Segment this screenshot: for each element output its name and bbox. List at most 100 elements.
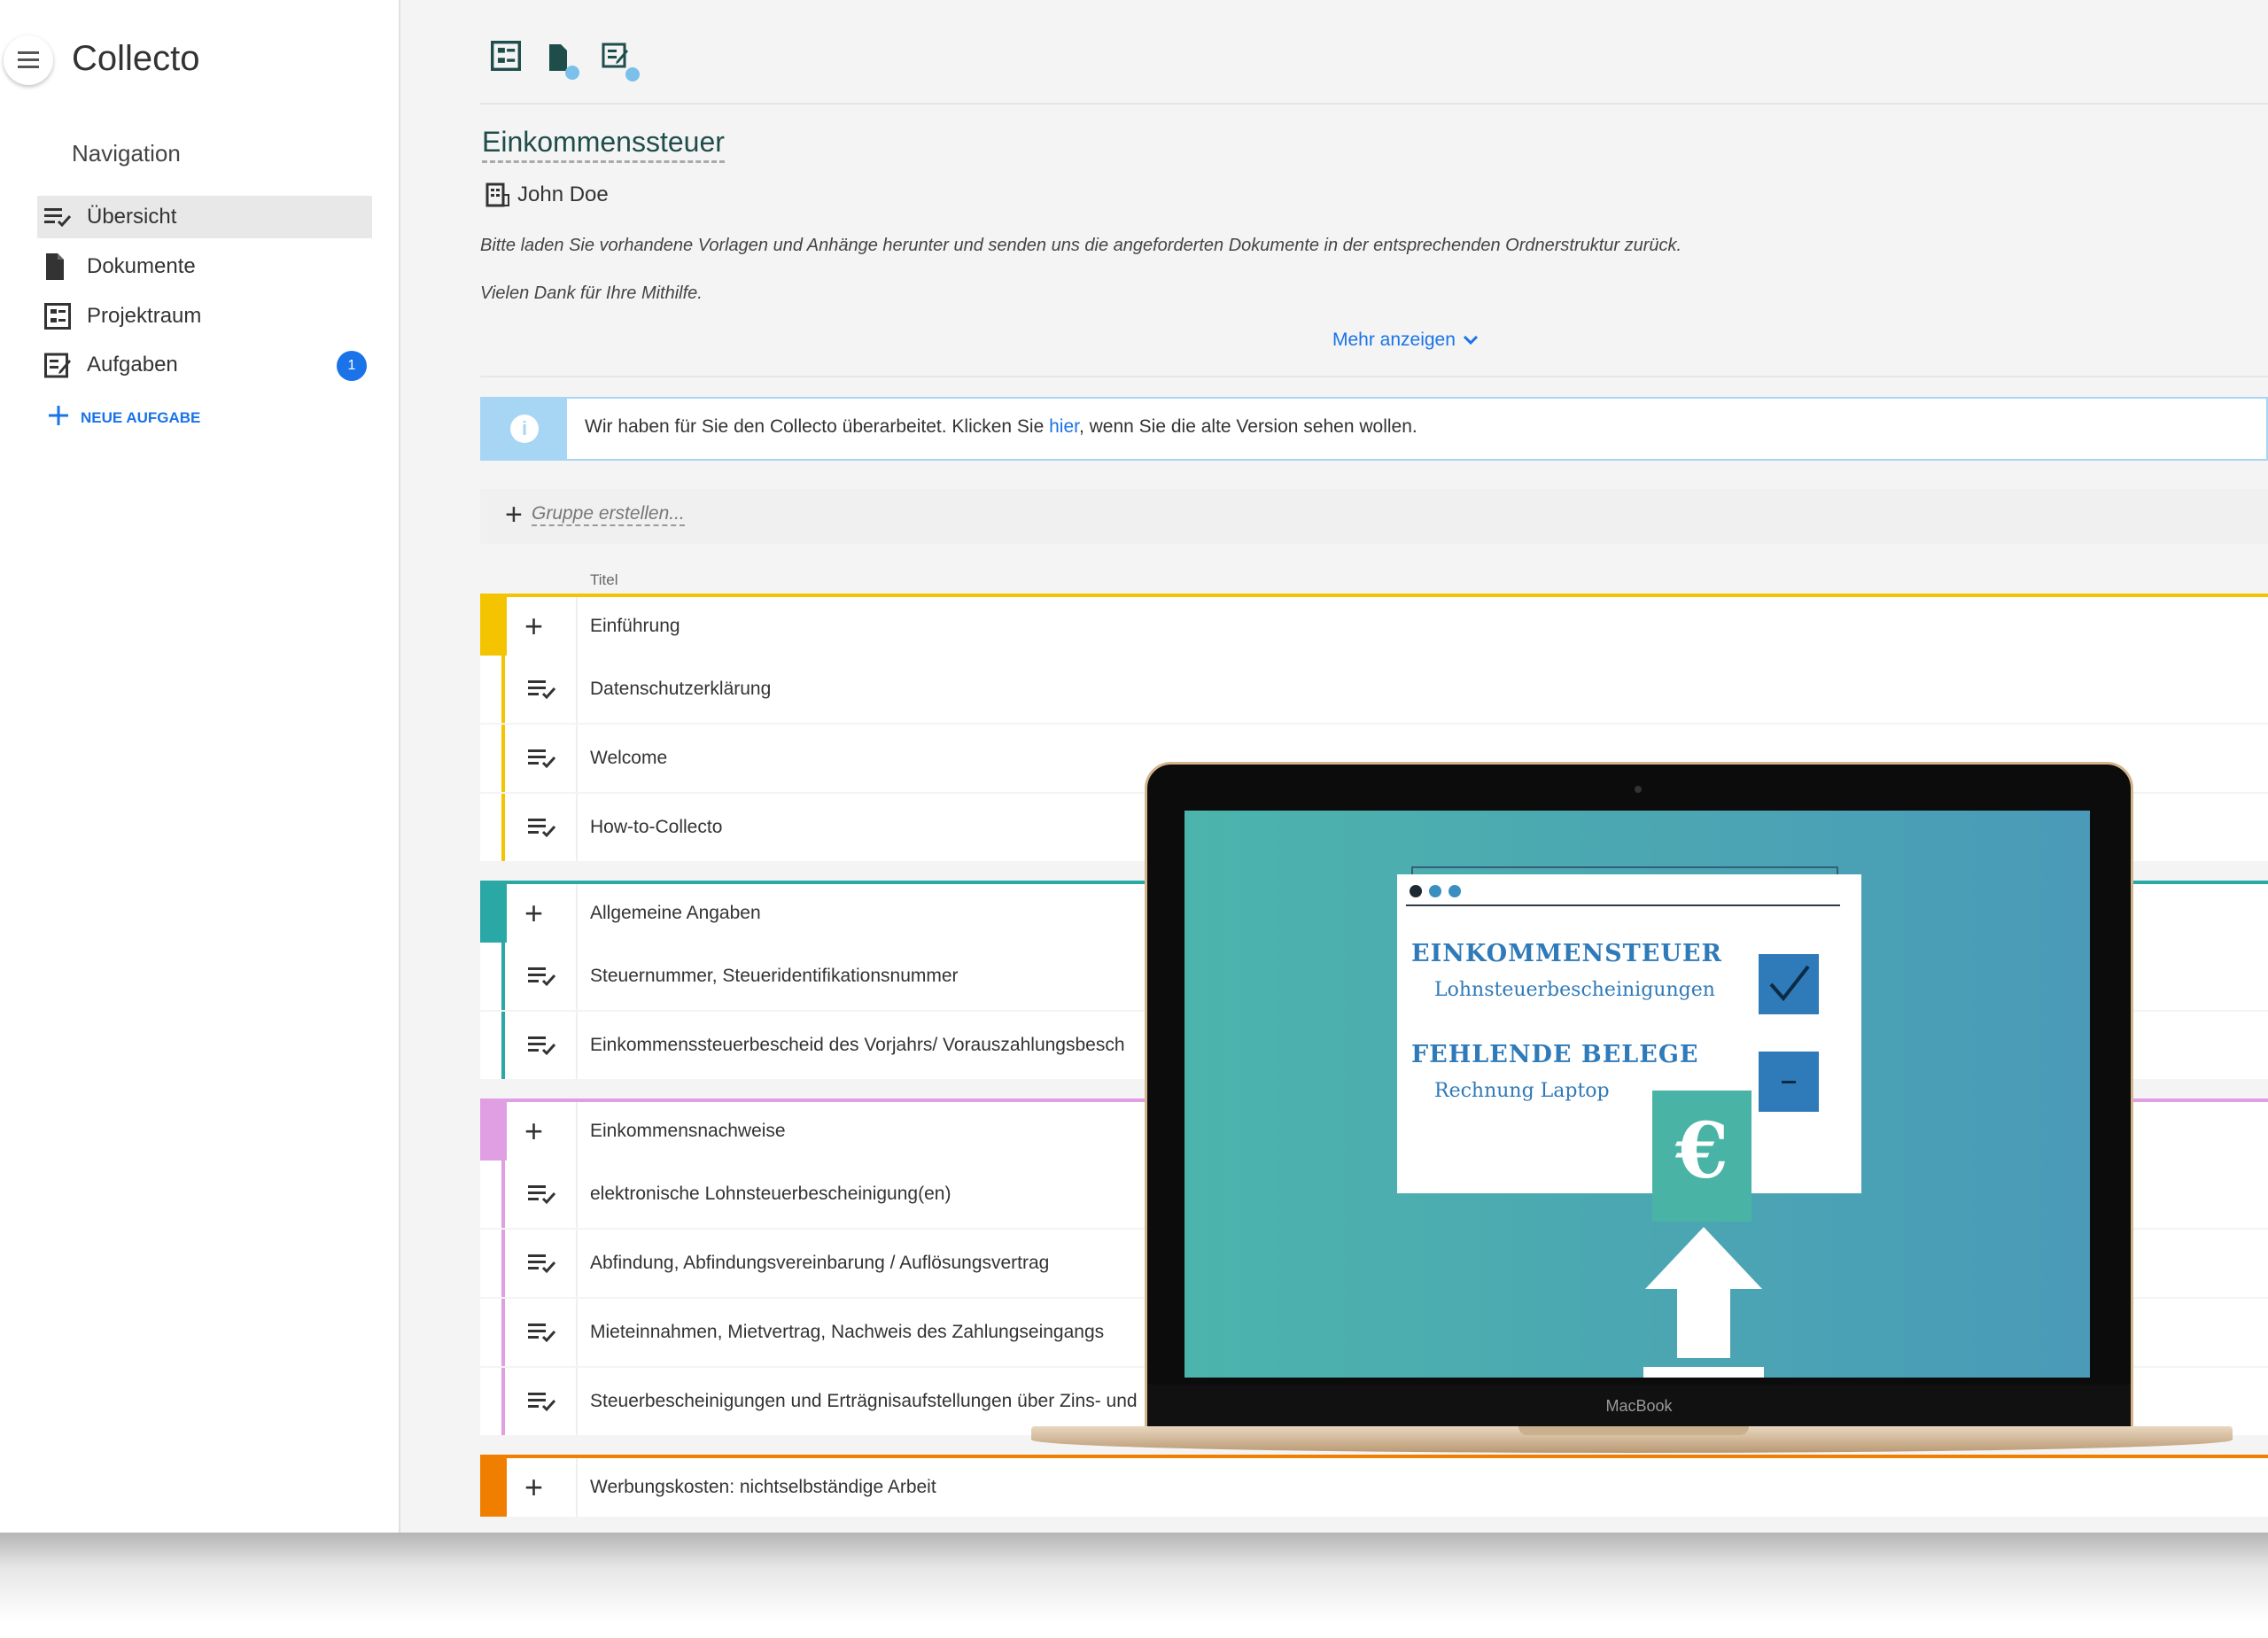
document-upload-toolbar-button[interactable] (546, 41, 581, 80)
laptop-screen: EINKOMMENSTEUER Lohnsteuerbescheinigunge… (1184, 811, 2090, 1378)
project-room-icon (44, 302, 74, 330)
chevron-down-icon (1463, 335, 1478, 345)
group-title: Allgemeine Angaben (590, 903, 761, 923)
group-row[interactable]: + Einführung (480, 594, 2268, 656)
row-separator (576, 1299, 578, 1366)
task-edit-icon (602, 43, 640, 82)
plus-icon (49, 406, 68, 430)
group-title: Einkommensnachweise (590, 1121, 786, 1141)
checklist-icon (528, 725, 558, 792)
info-icon-glyph: i (510, 415, 539, 443)
screen-sub-laptop-invoice: Rechnung Laptop (1434, 1080, 1610, 1102)
task-title: elektronische Lohnsteuerbescheinigung(en… (590, 1184, 951, 1204)
old-version-link[interactable]: hier (1049, 416, 1079, 437)
row-separator (576, 1102, 578, 1161)
task-title: Abfindung, Abfindungsvereinbarung / Aufl… (590, 1253, 1050, 1273)
page-shadow (0, 1524, 2268, 1621)
checklist-icon (528, 794, 558, 861)
toolbar-divider (480, 103, 2268, 105)
plus-icon: + (505, 498, 523, 532)
checklist-icon (528, 1012, 558, 1079)
description-text: Bitte laden Sie vorhandene Vorlagen und … (480, 236, 1682, 255)
screen-sub-wage-certificates: Lohnsteuerbescheinigungen (1434, 979, 1715, 1001)
expand-plus-icon[interactable]: + (524, 1458, 543, 1517)
task-title: Welcome (590, 748, 668, 768)
show-more-link[interactable]: Mehr anzeigen (1332, 330, 1479, 351)
group-color-bar (501, 943, 505, 1010)
section-divider (480, 376, 2268, 377)
expand-plus-icon[interactable]: + (524, 1102, 543, 1161)
info-text: Wir haben für Sie den Collecto überarbei… (585, 416, 1418, 438)
hamburger-menu-icon (18, 51, 39, 54)
hamburger-menu-icon-line (18, 58, 39, 61)
nav-heading: Navigation (72, 140, 181, 167)
info-banner: i Wir haben für Sie den Collecto überarb… (480, 397, 2268, 461)
group-color-swatch (480, 884, 507, 943)
laptop-brand-label: MacBook (1605, 1397, 1673, 1415)
row-separator (576, 1458, 578, 1517)
screen-heading-income-tax: EINKOMMENSTEUER (1411, 940, 1722, 967)
task-edit-icon (44, 351, 74, 379)
checklist-icon (528, 1368, 558, 1435)
task-title: How-to-Collecto (590, 817, 723, 837)
info-icon: i (482, 399, 567, 459)
sidebar-item-aufgaben[interactable]: Aufgaben 1 (37, 344, 372, 386)
task-count-badge: 1 (337, 351, 367, 381)
euro-document-icon: € (1652, 1091, 1751, 1222)
row-separator (576, 943, 578, 1010)
minus-box-icon (1759, 1052, 1819, 1112)
show-more-label: Mehr anzeigen (1332, 330, 1456, 350)
task-row[interactable]: Datenschutzerklärung (480, 656, 2268, 723)
sidebar-item-projektraum[interactable]: Projektraum (37, 295, 372, 338)
laptop-illustration: EINKOMMENSTEUER Lohnsteuerbescheinigunge… (1031, 762, 2233, 1457)
client-name: John Doe (485, 182, 609, 207)
laptop-notch (1518, 1426, 1749, 1435)
column-header-title: Titel (590, 571, 618, 588)
row-separator (576, 794, 578, 861)
camera-icon (1635, 786, 1642, 793)
hamburger-menu-button[interactable] (4, 35, 53, 85)
group-color-bar (501, 1230, 505, 1297)
expand-plus-icon[interactable]: + (524, 597, 543, 656)
row-separator (576, 725, 578, 792)
expand-plus-icon[interactable]: + (524, 884, 543, 943)
client-building-icon (485, 182, 509, 207)
task-title: Mieteinnahmen, Mietvertrag, Nachweis des… (590, 1322, 1105, 1342)
sidebar-item-label: Aufgaben (87, 353, 178, 377)
checklist-icon (528, 656, 558, 723)
checklist-icon (528, 1161, 558, 1228)
document-window: EINKOMMENSTEUER Lohnsteuerbescheinigunge… (1397, 874, 1861, 1193)
sidebar-item-uebersicht[interactable]: Übersicht (37, 196, 372, 238)
row-separator (576, 1230, 578, 1297)
create-group-label: Gruppe erstellen... (532, 503, 685, 526)
laptop-base (1031, 1426, 2233, 1453)
info-text-part: , wenn Sie die alte Version sehen wollen… (1078, 416, 1418, 437)
sidebar-item-label: Projektraum (87, 304, 202, 328)
new-task-button[interactable]: NEUE AUFGABE (49, 406, 200, 430)
row-separator (576, 1012, 578, 1079)
thanks-text: Vielen Dank für Ihre Mithilfe. (480, 283, 703, 303)
document-icon (44, 252, 74, 281)
group-title: Werbungskosten: nichtselbständige Arbeit (590, 1477, 936, 1497)
page-title[interactable]: Einkommenssteuer (482, 126, 725, 163)
row-separator (576, 884, 578, 943)
create-group-button[interactable]: + Gruppe erstellen... (480, 489, 2268, 544)
client-label: John Doe (517, 182, 609, 206)
laptop-lid: EINKOMMENSTEUER Lohnsteuerbescheinigunge… (1145, 762, 2133, 1440)
window-dot (1410, 885, 1422, 897)
checklist-icon (528, 1299, 558, 1366)
group-color-bar (501, 1012, 505, 1079)
window-dots (1410, 885, 1461, 897)
sidebar-item-dokumente[interactable]: Dokumente (37, 245, 372, 288)
group-color-bar (501, 1299, 505, 1366)
group-row[interactable]: + Werbungskosten: nichtselbständige Arbei… (480, 1455, 2268, 1517)
task-title: Steuernummer, Steueridentifikationsnumme… (590, 966, 959, 986)
task-title: Datenschutzerklärung (590, 679, 772, 699)
group-title: Einführung (590, 616, 680, 636)
group-color-swatch (480, 597, 507, 656)
checked-box-icon (1759, 954, 1819, 1014)
project-room-toolbar-button[interactable] (491, 41, 526, 76)
task-edit-toolbar-button[interactable] (601, 41, 640, 82)
upload-arrow-icon (1643, 1227, 1764, 1378)
sidebar: Collecto Navigation Übersicht Dokumente … (0, 0, 400, 1533)
